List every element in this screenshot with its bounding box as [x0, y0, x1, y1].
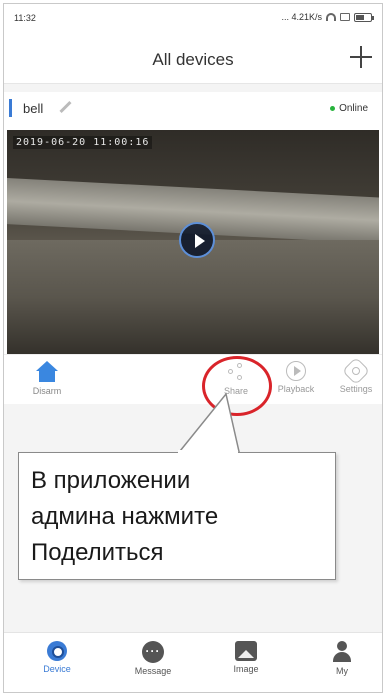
callout-line-1: В приложении — [31, 467, 191, 494]
status-label: Online — [339, 103, 368, 114]
share-highlight-circle — [202, 356, 272, 416]
nav-label-my: My — [336, 666, 348, 676]
chat-icon — [142, 641, 164, 663]
gear-icon — [341, 356, 371, 386]
instruction-callout: В приложении админа нажмите Поделиться — [18, 452, 336, 580]
settings-label: Settings — [339, 384, 373, 394]
user-icon — [331, 641, 353, 663]
app-header: All devices — [4, 34, 382, 84]
wifi-icon — [326, 13, 336, 21]
phone-screen: 11:32 ... 4.21K/s All devices bell Onlin… — [3, 3, 383, 693]
callout-line-2: админа нажмите — [31, 503, 219, 530]
device-actions: Disarm Share Playback Settings — [4, 354, 382, 404]
bottom-nav: Device Message Image My — [4, 632, 382, 692]
video-timestamp: 2019-06-20 11:00:16 — [13, 136, 153, 149]
sim-icon — [340, 13, 350, 21]
settings-button[interactable]: Settings — [326, 356, 382, 394]
nav-label-message: Message — [134, 666, 172, 676]
status-icons: ... 4.21K/s — [281, 12, 374, 22]
nav-label-image: Image — [233, 664, 259, 674]
camera-icon — [47, 641, 67, 661]
device-card: bell Online 2019-06-20 11:00:16 Disarm S… — [4, 92, 382, 404]
accent-bar — [9, 99, 12, 117]
play-icon[interactable] — [179, 222, 215, 258]
status-time: 11:32 — [14, 13, 36, 23]
video-preview[interactable]: 2019-06-20 11:00:16 — [7, 130, 379, 354]
device-card-header: bell Online — [4, 92, 382, 126]
battery-icon — [354, 12, 374, 22]
image-icon — [235, 641, 257, 661]
plus-icon[interactable] — [350, 46, 372, 68]
nav-label-device: Device — [43, 664, 71, 674]
house-shield-icon — [36, 361, 58, 383]
network-speed: ... 4.21K/s — [281, 12, 322, 22]
playback-icon — [286, 361, 306, 381]
disarm-button[interactable]: Disarm — [17, 361, 77, 396]
nav-item-message[interactable]: Message — [118, 641, 188, 676]
nav-item-my[interactable]: My — [307, 641, 377, 676]
online-dot-icon — [330, 106, 336, 111]
nav-item-device[interactable]: Device — [22, 641, 92, 674]
callout-line-3: Поделиться — [31, 539, 164, 566]
device-name: bell — [23, 101, 44, 116]
nav-item-image[interactable]: Image — [211, 641, 281, 674]
pencil-icon[interactable] — [59, 101, 73, 115]
playback-label: Playback — [277, 384, 315, 394]
page-title: All devices — [152, 50, 234, 69]
callout-text: В приложении админа нажмите Поделиться — [31, 463, 218, 571]
status-bar: 11:32 ... 4.21K/s — [4, 4, 382, 34]
disarm-label: Disarm — [32, 386, 62, 396]
playback-button[interactable]: Playback — [266, 361, 326, 394]
status-badge: Online — [330, 103, 368, 114]
